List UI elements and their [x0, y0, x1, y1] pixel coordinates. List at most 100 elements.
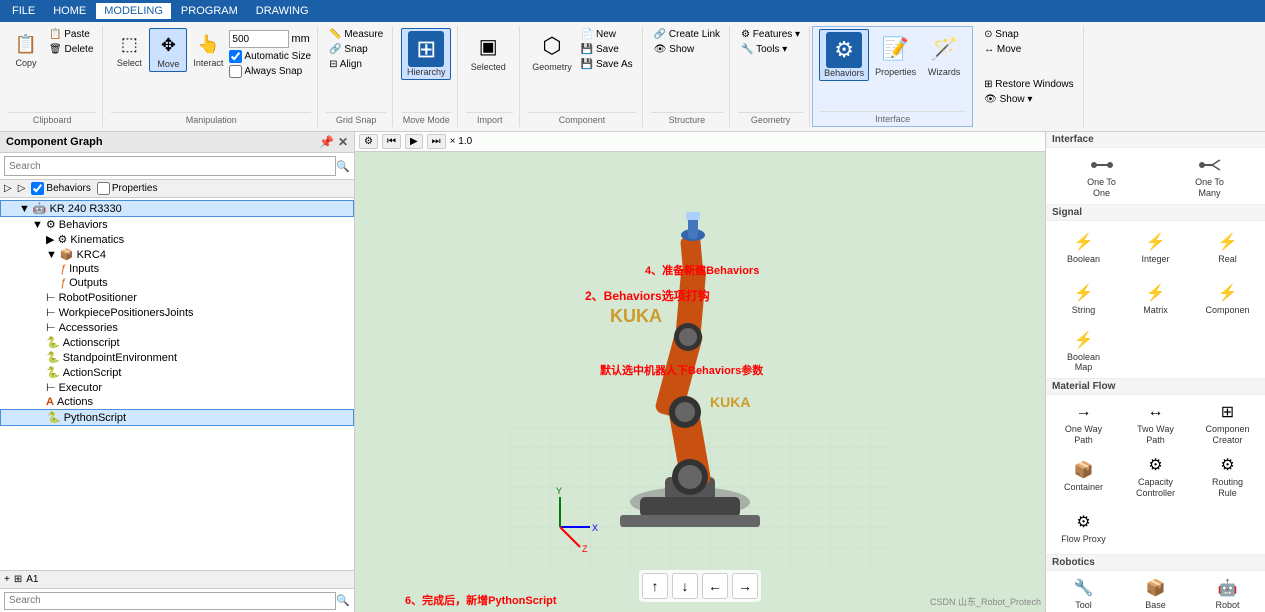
- settings-btn[interactable]: ⚙: [359, 134, 378, 149]
- tree-item-actions[interactable]: A Actions: [0, 395, 354, 409]
- filter-expand-icon2[interactable]: ▷: [18, 183, 26, 194]
- filter-expand-icon[interactable]: ▷: [4, 183, 12, 194]
- ref-icon[interactable]: ⊞: [14, 574, 22, 585]
- saveas-button[interactable]: 💾 Save As: [578, 58, 636, 71]
- basecontainer-item[interactable]: 📦 BaseContainer: [1120, 573, 1191, 612]
- flowproxy-item[interactable]: ⚙ Flow Proxy: [1048, 502, 1119, 552]
- align-button[interactable]: ⊟ Align: [326, 58, 365, 71]
- menu-file[interactable]: FILE: [4, 3, 43, 19]
- save-button[interactable]: 💾 Save: [578, 43, 636, 56]
- show-right-button[interactable]: 👁 Show ▾: [981, 93, 1035, 106]
- onewaypath-item[interactable]: → One WayPath: [1048, 397, 1119, 449]
- snap-right-button[interactable]: ⊙ Snap: [981, 28, 1022, 41]
- hierarchy-button[interactable]: ⊞ Hierarchy: [401, 28, 451, 80]
- snap-button[interactable]: 🔗 Snap: [326, 43, 371, 56]
- one-to-one-item[interactable]: One ToOne: [1048, 150, 1155, 202]
- pin-icon[interactable]: 📌: [319, 135, 334, 149]
- componentcreator-item[interactable]: ⊞ ComponenCreator: [1192, 397, 1263, 449]
- tree-item-kr240[interactable]: ▼ 🤖 KR 240 R3330: [0, 200, 354, 217]
- tree-item-accessories[interactable]: ⊢ Accessories: [0, 320, 354, 335]
- properties-button[interactable]: 📝 Properties: [871, 29, 920, 79]
- nav-right-btn[interactable]: →: [732, 573, 758, 599]
- robotcontroller-label: RobotController: [1208, 600, 1247, 612]
- component-icon: ⚡: [1216, 281, 1240, 305]
- robotcontroller-item[interactable]: 🤖 RobotController: [1192, 573, 1263, 612]
- watermark: CSDN 山东_Robot_Protech: [930, 595, 1041, 608]
- wizards-label: Wizards: [928, 67, 961, 77]
- close-panel-icon[interactable]: ✕: [338, 135, 348, 149]
- prev-btn[interactable]: ⏮: [382, 134, 401, 149]
- component-item[interactable]: ⚡ Componen: [1192, 274, 1263, 324]
- tree-label-actions: Actions: [57, 396, 93, 408]
- tree-item-behaviors[interactable]: ▼ ⚙ Behaviors: [0, 217, 354, 232]
- tools-button[interactable]: 🔧 Tools ▾: [738, 43, 790, 56]
- movemode-label: Move Mode: [401, 112, 451, 125]
- viewport-toolbar: ⚙ ⏮ ▶ ⏭ × 1.0: [355, 132, 1045, 152]
- measure-button[interactable]: 📏 Measure: [326, 28, 386, 41]
- behaviors-button[interactable]: ⚙ Behaviors: [819, 29, 869, 81]
- size-input[interactable]: [229, 30, 289, 48]
- menu-modeling[interactable]: MODELING: [96, 3, 171, 19]
- geometry-button[interactable]: ⬡ Geometry: [528, 28, 576, 74]
- string-item[interactable]: ⚡ String: [1048, 274, 1119, 324]
- restore-windows-button[interactable]: ⊞ Restore Windows: [981, 78, 1077, 91]
- paste-button[interactable]: 📋 Paste: [46, 28, 96, 41]
- integer-item[interactable]: ⚡ Integer: [1120, 223, 1191, 273]
- search-input[interactable]: [4, 156, 336, 176]
- menu-home[interactable]: HOME: [45, 3, 94, 19]
- tree-item-robotpositioner[interactable]: ⊢ RobotPositioner: [0, 290, 354, 305]
- tree-item-executor[interactable]: ⊢ Executor: [0, 380, 354, 395]
- tree-item-inputs[interactable]: ƒ Inputs: [0, 262, 354, 276]
- features-button[interactable]: ⚙ Features ▾: [738, 28, 803, 41]
- new-button[interactable]: 📄 New: [578, 28, 636, 41]
- nav-up-btn[interactable]: ↑: [642, 573, 668, 599]
- behaviors-filter-checkbox[interactable]: [31, 182, 44, 195]
- tree-item-actionscript2[interactable]: 🐍 ActionScript: [0, 365, 354, 380]
- move-button[interactable]: ✥ Move: [149, 28, 187, 72]
- wizards-button[interactable]: 🪄 Wizards: [922, 29, 966, 79]
- createlink-button[interactable]: 🔗 Create Link: [651, 28, 723, 41]
- routingrule-item[interactable]: ⚙ RoutingRule: [1192, 450, 1263, 502]
- tree-item-workpiecejoints[interactable]: ⊢ WorkpiecePositionersJoints: [0, 305, 354, 320]
- capacitycontroller-item[interactable]: ⚙ CapacityController: [1120, 450, 1191, 502]
- matrix-item[interactable]: ⚡ Matrix: [1120, 274, 1191, 324]
- geometry-group-label: Geometry: [738, 112, 803, 125]
- nav-left-btn[interactable]: ←: [702, 573, 728, 599]
- tree-item-standpoint[interactable]: 🐍 StandpointEnvironment: [0, 350, 354, 365]
- tree-item-krc4[interactable]: ▼ 📦 KRC4: [0, 247, 354, 262]
- selected-button[interactable]: ▣ Selected: [466, 28, 510, 74]
- alwayssnap-checkbox[interactable]: [229, 65, 242, 78]
- svg-text:Y: Y: [556, 486, 562, 496]
- move-right-button[interactable]: ↔ Move: [981, 43, 1024, 56]
- bottom-search-input[interactable]: [4, 592, 336, 610]
- interact-button[interactable]: 👆 Interact: [189, 28, 227, 70]
- menu-drawing[interactable]: DRAWING: [248, 3, 317, 19]
- select-button[interactable]: ⬚ Select: [111, 28, 147, 70]
- booleanmap-item[interactable]: ⚡ BooleanMap: [1048, 325, 1119, 377]
- container-flow-icon: 📦: [1072, 458, 1096, 482]
- tree-item-actionscript1[interactable]: 🐍 Actionscript: [0, 335, 354, 350]
- selected-icon: ▣: [472, 30, 504, 62]
- show-button[interactable]: 👁 Show: [651, 43, 698, 56]
- menu-program[interactable]: PROGRAM: [173, 3, 246, 19]
- play-btn[interactable]: ▶: [405, 134, 423, 149]
- tree-item-pythonscript[interactable]: 🐍 PythonScript: [0, 409, 354, 426]
- tree-item-kinematics[interactable]: ▶ ⚙ Kinematics: [0, 232, 354, 247]
- boolean-item[interactable]: ⚡ Boolean: [1048, 223, 1119, 273]
- one-to-one-label: One ToOne: [1087, 177, 1116, 199]
- real-item[interactable]: ⚡ Real: [1192, 223, 1263, 273]
- properties-filter-checkbox[interactable]: [97, 182, 110, 195]
- properties-filter-label: Properties: [112, 183, 158, 194]
- nav-down-btn[interactable]: ↓: [672, 573, 698, 599]
- autosize-checkbox[interactable]: [229, 50, 242, 63]
- tree-item-outputs[interactable]: ƒ Outputs: [0, 276, 354, 290]
- copy-button[interactable]: 📋 Copy: [8, 28, 44, 70]
- twowaypath-item[interactable]: ↔ Two WayPath: [1120, 397, 1191, 449]
- container-flow-item[interactable]: 📦 Container: [1048, 450, 1119, 502]
- next-btn[interactable]: ⏭: [427, 134, 446, 149]
- center-viewport[interactable]: ⚙ ⏮ ▶ ⏭ × 1.0: [355, 132, 1045, 612]
- toolcontainer-item[interactable]: 🔧 ToolContainer: [1048, 573, 1119, 612]
- one-to-many-item[interactable]: One ToMany: [1156, 150, 1263, 202]
- add-icon[interactable]: +: [4, 574, 10, 585]
- delete-button[interactable]: 🗑 Delete: [46, 43, 96, 56]
